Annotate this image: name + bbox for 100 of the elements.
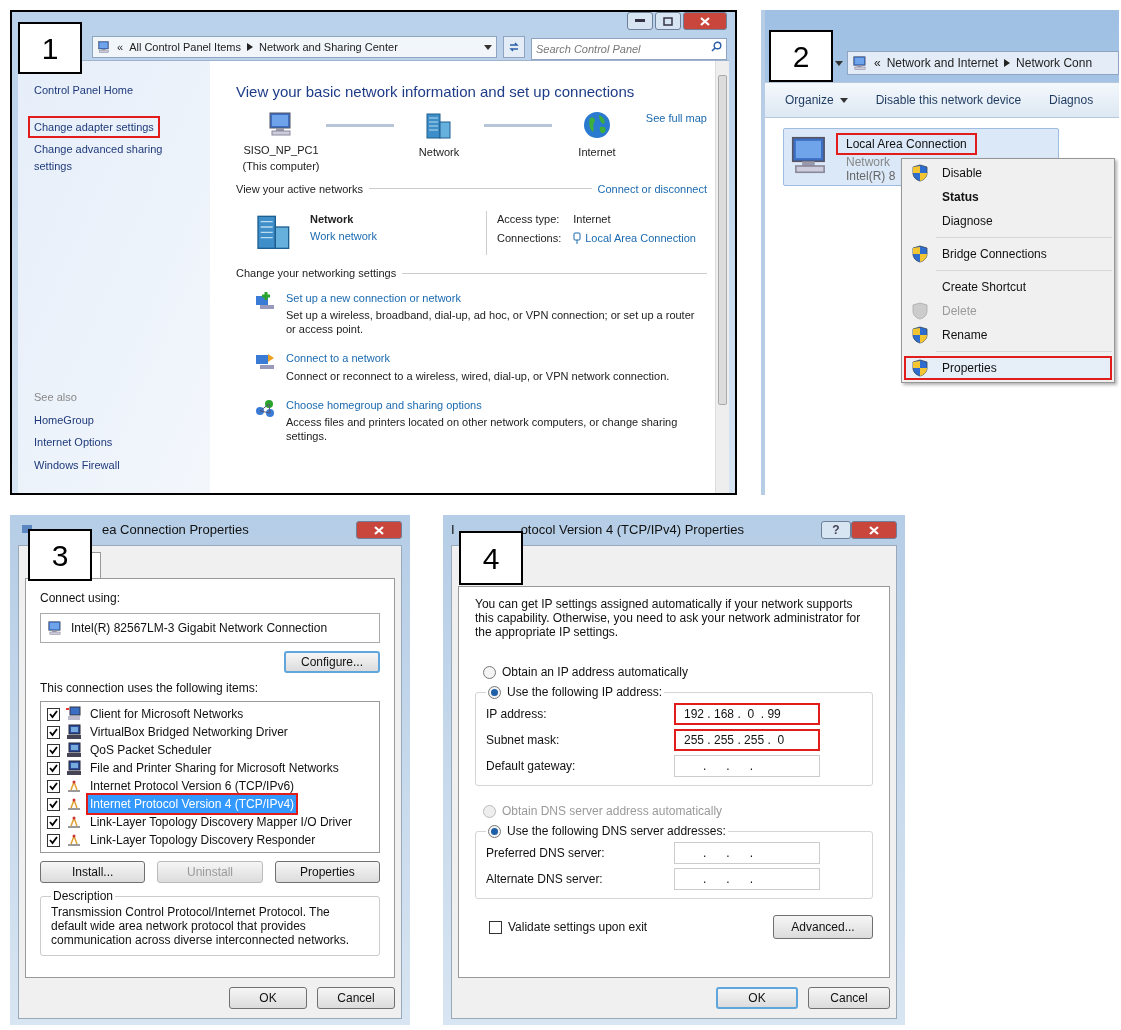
dialog-button[interactable]: Cancel: [808, 987, 890, 1009]
step-number: 3: [28, 529, 92, 581]
list-item[interactable]: Internet Protocol Version 6 (TCP/IPv6): [88, 777, 297, 795]
see-full-map-link[interactable]: See full map: [645, 109, 707, 126]
protocol-icon: [66, 832, 82, 848]
checkbox[interactable]: [47, 761, 60, 775]
menu-item[interactable]: Create Shortcut: [904, 275, 1112, 299]
address-bar[interactable]: « Network and Internet Network Conn: [847, 51, 1119, 75]
search-field[interactable]: Search Control Panel: [531, 38, 727, 60]
list-item[interactable]: QoS Packet Scheduler: [88, 741, 214, 759]
ip-address-field[interactable]: . . .: [674, 755, 820, 777]
section-heading: Change your networking settings: [236, 266, 397, 281]
shield-icon: [912, 245, 928, 263]
section-heading: View your active networks: [236, 181, 363, 197]
menu-item[interactable]: Rename: [904, 323, 1112, 347]
close-button[interactable]: [683, 12, 727, 30]
breadcrumb-item[interactable]: All Control Panel Items: [129, 38, 241, 56]
network-type-link[interactable]: Work network: [310, 227, 378, 244]
list-item[interactable]: Client for Microsoft Networks: [88, 705, 246, 723]
connect-or-disconnect-link[interactable]: Connect or disconnect: [597, 180, 707, 197]
arrow-right-icon: [247, 43, 253, 51]
toolbar-button[interactable]: Disable this network device: [875, 91, 1022, 109]
caret-icon: [839, 97, 848, 103]
connection-line: [326, 123, 394, 127]
minimize-icon: [635, 19, 645, 23]
connection-link[interactable]: Local Area Connection: [585, 229, 696, 246]
maximize-button[interactable]: [655, 12, 681, 30]
dialog-button[interactable]: OK: [229, 987, 307, 1009]
task-link[interactable]: Choose homegroup and sharing options: [286, 396, 707, 413]
radio-button[interactable]: [483, 665, 496, 679]
checkbox[interactable]: [47, 725, 60, 739]
refresh-button[interactable]: [503, 36, 525, 58]
list-item[interactable]: Link-Layer Topology Discovery Responder: [88, 831, 318, 849]
caret-icon: [835, 60, 843, 66]
checkbox[interactable]: [47, 833, 60, 847]
checkbox-label: Validate settings upon exit: [508, 919, 648, 936]
close-button[interactable]: [851, 521, 897, 539]
toolbar-button[interactable]: Diagnos: [1049, 91, 1094, 109]
network-task-icon: [254, 289, 276, 312]
radio-label: Use the following IP address:: [507, 684, 663, 701]
list-item[interactable]: Link-Layer Topology Discovery Mapper I/O Driver: [88, 813, 354, 831]
ip-address-field[interactable]: . . .: [674, 842, 820, 864]
arrow-right-icon: [1004, 59, 1011, 67]
checkbox[interactable]: [47, 779, 60, 793]
dialog-button[interactable]: Configure...: [284, 651, 380, 673]
maximize-icon: [663, 16, 673, 26]
menu-item[interactable]: Properties: [904, 356, 1112, 380]
list-item[interactable]: VirtualBox Bridged Networking Driver: [88, 723, 290, 741]
radio-label: Obtain an IP address automatically: [502, 664, 688, 681]
radio-label: Obtain DNS server address automatically: [502, 803, 723, 820]
breadcrumb-item[interactable]: Network and Internet: [886, 54, 999, 72]
address-bar[interactable]: « All Control Panel Items Network and Sharing Center: [92, 36, 497, 58]
intro-text: You can get IP settings assigned automatically if your network supports this capability. Otherwise, you need to ask your network administrator for the appropriate IP settings.: [475, 597, 862, 639]
ip-address-field[interactable]: 192 . 168 . 0 . 99: [674, 703, 820, 725]
adapter-icon: [66, 760, 82, 776]
checkbox[interactable]: [489, 920, 502, 934]
task-link[interactable]: Connect to a network: [286, 350, 670, 367]
shield-icon: [912, 359, 928, 377]
adapter-icon: [66, 742, 82, 758]
protocol-icon: [66, 778, 82, 794]
map-node-label: Internet: [578, 144, 616, 160]
globe-icon: [582, 109, 612, 140]
dialog-button[interactable]: OK: [716, 987, 798, 1009]
breadcrumb-item[interactable]: Network Conn: [1016, 54, 1093, 72]
checkbox[interactable]: [47, 743, 60, 757]
help-button[interactable]: ?: [821, 521, 851, 539]
dialog-button[interactable]: Install...: [40, 861, 146, 883]
checkbox[interactable]: [47, 797, 60, 811]
ip-address-field[interactable]: 255 . 255 . 255 . 0: [674, 729, 820, 751]
radio-button[interactable]: [488, 824, 501, 838]
dialog-button[interactable]: Properties: [274, 861, 380, 883]
sidebar-link[interactable]: Windows Firewall: [28, 456, 200, 473]
task-description: Access files and printers located on other network computers, or change sharing settings.: [286, 415, 679, 443]
adapter-name: Local Area Connection: [836, 133, 977, 155]
sidebar-link[interactable]: Change adapter settings: [28, 115, 160, 138]
field-label: Connections:: [497, 230, 562, 246]
step-number: 1: [18, 22, 82, 74]
menu-item[interactable]: Diagnose: [904, 209, 1112, 233]
close-button[interactable]: [356, 521, 402, 539]
sidebar-link[interactable]: Internet Options: [28, 434, 200, 451]
toolbar-button[interactable]: Organize: [785, 91, 848, 109]
ip-address-field[interactable]: . . .: [674, 868, 820, 890]
minimize-button[interactable]: [627, 12, 653, 30]
list-item[interactable]: File and Printer Sharing for Microsoft Networks: [88, 759, 341, 777]
checkbox[interactable]: [47, 707, 60, 721]
field-value: Internet: [573, 212, 612, 227]
task-link[interactable]: Set up a new connection or network: [286, 289, 707, 306]
sidebar-link[interactable]: Control Panel Home: [28, 79, 140, 102]
plug-icon: [573, 231, 582, 244]
checkbox[interactable]: [47, 815, 60, 829]
radio-button[interactable]: [488, 685, 501, 699]
sidebar-link[interactable]: HomeGroup: [28, 411, 200, 428]
dialog-button[interactable]: Advanced...: [773, 915, 873, 939]
shield-icon: [912, 326, 928, 344]
dialog-button[interactable]: Cancel: [317, 987, 395, 1009]
breadcrumb-item[interactable]: Network and Sharing Center: [259, 38, 398, 56]
menu-item[interactable]: Status: [904, 185, 1112, 209]
map-node-label: SISO_NP_PC1: [243, 142, 319, 158]
menu-item[interactable]: Bridge Connections: [904, 242, 1112, 266]
sidebar-link[interactable]: Change advanced sharing settings: [28, 138, 200, 177]
